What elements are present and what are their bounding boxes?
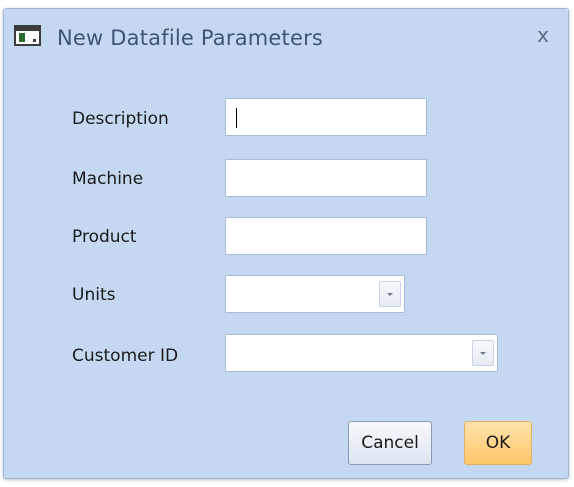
description-label: Description [72, 109, 169, 129]
app-window-icon [14, 25, 41, 46]
close-icon[interactable]: x [532, 24, 554, 46]
units-label: Units [72, 285, 116, 305]
chevron-down-icon [480, 352, 486, 355]
title-bar[interactable]: New Datafile Parameters x [4, 9, 568, 69]
ok-button[interactable]: OK [464, 421, 532, 465]
product-label: Product [72, 227, 137, 247]
machine-input[interactable] [225, 159, 427, 197]
units-dropdown[interactable] [225, 275, 405, 313]
description-input[interactable] [225, 98, 427, 136]
units-dropdown-button[interactable] [379, 281, 401, 307]
new-datafile-dialog: New Datafile Parameters x Description Ma… [3, 8, 569, 479]
cancel-button[interactable]: Cancel [348, 421, 432, 465]
customer-id-dropdown-button[interactable] [472, 340, 494, 366]
customer-id-label: Customer ID [72, 346, 179, 366]
machine-label: Machine [72, 169, 144, 189]
text-caret [236, 108, 237, 128]
customer-id-dropdown[interactable] [225, 334, 498, 372]
product-input[interactable] [225, 217, 427, 255]
dialog-title: New Datafile Parameters [57, 26, 324, 50]
chevron-down-icon [387, 293, 393, 296]
